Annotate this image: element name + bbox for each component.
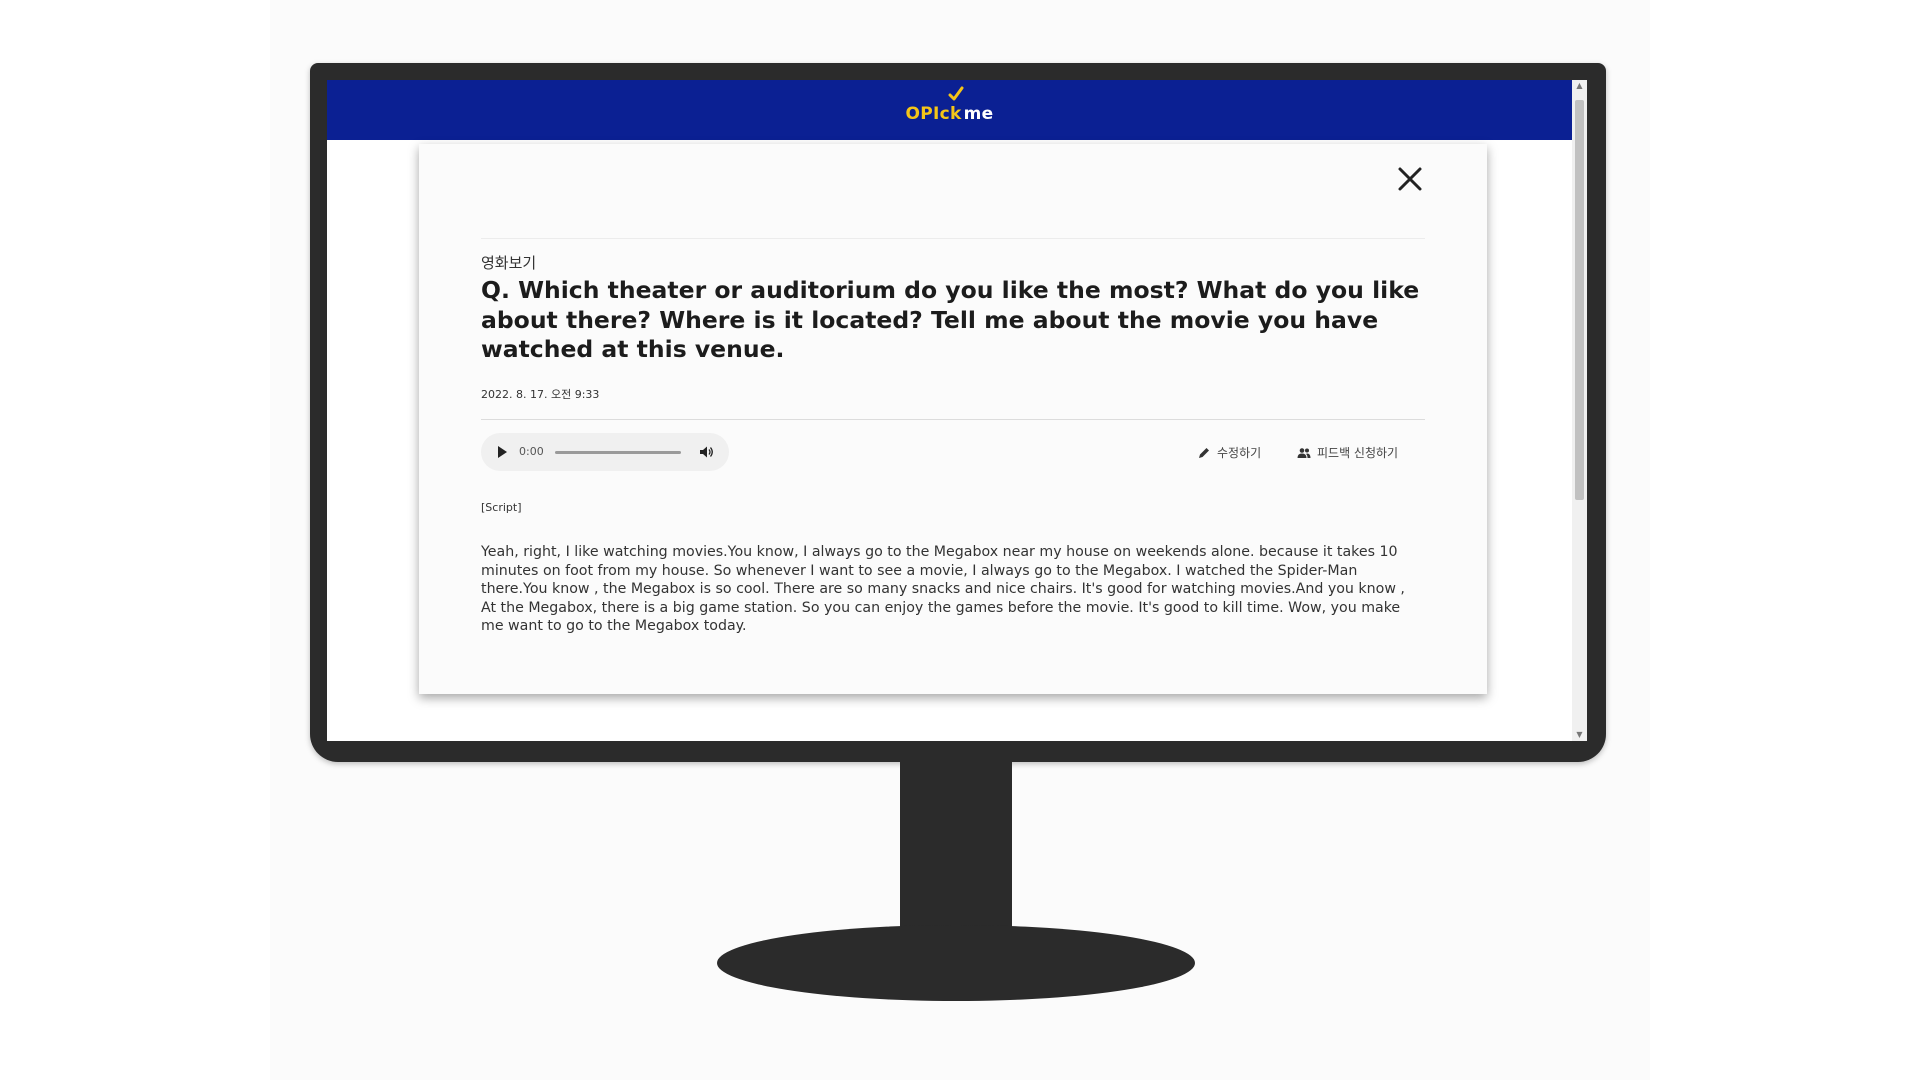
checkmark-icon — [948, 86, 964, 101]
pencil-icon — [1199, 447, 1209, 458]
request-feedback-button[interactable]: 피드백 신청하기 — [1297, 444, 1398, 461]
page-scrollbar[interactable]: ▲ ▼ — [1572, 80, 1587, 741]
category-label: 영화보기 — [481, 254, 537, 272]
close-icon[interactable] — [1397, 166, 1423, 192]
scroll-up-arrow-icon[interactable]: ▲ — [1572, 80, 1587, 92]
answer-date: 2022. 8. 17. 오전 9:33 — [481, 388, 600, 401]
volume-icon[interactable] — [699, 445, 713, 459]
audio-player[interactable]: 0:00 — [481, 433, 729, 471]
monitor-screen: OPIck me ▲ ▼ 영화보기 Q. Which theater or aud… — [327, 80, 1587, 741]
monitor-stand-base — [717, 925, 1195, 1001]
audio-current-time: 0:00 — [519, 445, 544, 458]
play-icon[interactable] — [497, 446, 507, 458]
script-label: [Script] — [481, 501, 522, 514]
scroll-thumb[interactable] — [1575, 100, 1584, 500]
monitor-frame: OPIck me ▲ ▼ 영화보기 Q. Which theater or aud… — [310, 63, 1606, 762]
users-icon — [1297, 447, 1311, 458]
app-header: OPIck me — [327, 80, 1572, 140]
app-logo[interactable]: OPIck me — [905, 86, 994, 124]
logo-text-opick: OPIck — [905, 104, 962, 124]
script-text: Yeah, right, I like watching movies.You … — [481, 544, 1405, 634]
answer-detail-modal: 영화보기 Q. Which theater or auditorium do y… — [419, 144, 1487, 694]
request-feedback-label: 피드백 신청하기 — [1317, 446, 1399, 460]
scroll-down-arrow-icon[interactable]: ▼ — [1572, 729, 1587, 741]
audio-progress-track[interactable] — [555, 451, 681, 454]
edit-button-label: 수정하기 — [1217, 446, 1262, 460]
divider — [481, 238, 1425, 239]
logo-text-me: me — [963, 104, 994, 124]
question-title: Q. Which theater or auditorium do you li… — [481, 276, 1420, 363]
edit-button[interactable]: 수정하기 — [1197, 444, 1261, 461]
monitor-stand-neck — [900, 761, 1012, 928]
divider — [481, 419, 1425, 420]
